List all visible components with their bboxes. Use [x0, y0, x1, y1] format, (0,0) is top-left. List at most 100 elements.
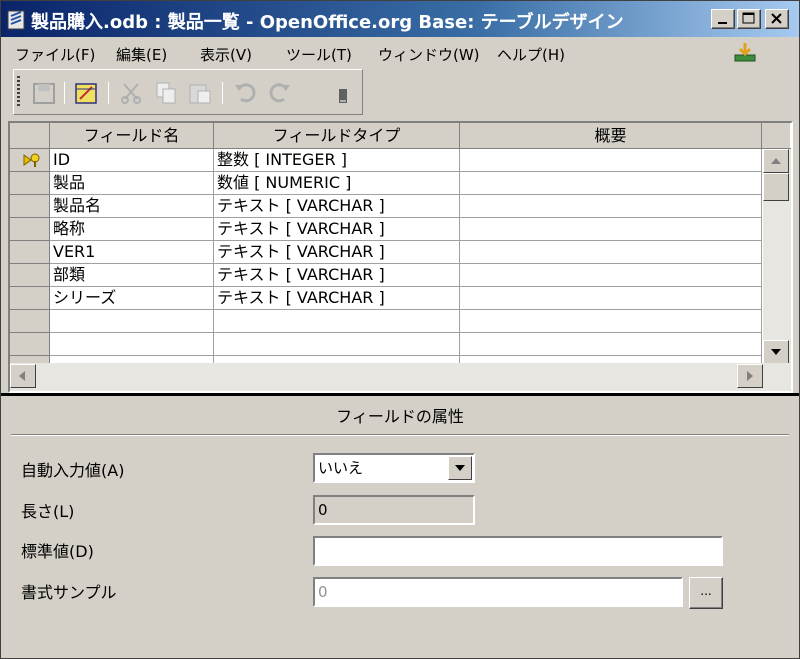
- edit-table-button[interactable]: [72, 79, 100, 107]
- column-header-field-name[interactable]: フィールド名: [50, 123, 214, 149]
- column-header-field-type[interactable]: フィールドタイプ: [214, 123, 460, 149]
- description-cell[interactable]: [460, 149, 762, 172]
- field-name-cell[interactable]: 略称: [50, 218, 214, 241]
- field-type-cell[interactable]: 整数 [ INTEGER ]: [214, 149, 460, 172]
- field-type-cell[interactable]: [214, 310, 460, 333]
- scroll-up-button[interactable]: [763, 149, 789, 173]
- menu-bar: ファイル(F) 編集(E) 表示(V) ツール(T) ウィンドウ(W) ヘルプ(…: [1, 37, 799, 67]
- menu-help[interactable]: ヘルプ(H): [497, 44, 565, 65]
- row-handle[interactable]: [10, 264, 50, 287]
- row-handle[interactable]: [10, 287, 50, 310]
- field-type-cell[interactable]: テキスト [ VARCHAR ]: [214, 218, 460, 241]
- app-icon: [7, 10, 25, 30]
- table-row[interactable]: VER1 テキスト [ VARCHAR ]: [10, 241, 762, 264]
- row-handle[interactable]: [10, 172, 50, 195]
- undo-button[interactable]: [231, 79, 259, 107]
- row-handle[interactable]: [10, 333, 50, 356]
- field-type-cell[interactable]: [214, 333, 460, 356]
- row-handle[interactable]: [10, 241, 50, 264]
- arrow-right-icon: [747, 371, 753, 381]
- description-cell[interactable]: [460, 172, 762, 195]
- field-name-cell[interactable]: ID: [50, 149, 214, 172]
- arrow-left-icon: [19, 371, 25, 381]
- column-header-description[interactable]: 概要: [460, 123, 762, 149]
- description-cell[interactable]: [460, 264, 762, 287]
- field-type-cell[interactable]: テキスト [ VARCHAR ]: [214, 241, 460, 264]
- field-name-cell[interactable]: [50, 333, 214, 356]
- field-name-cell[interactable]: [50, 310, 214, 333]
- default-value-label: 標準値(D): [21, 542, 94, 561]
- vertical-scroll-thumb[interactable]: [763, 173, 789, 201]
- paste-button[interactable]: [186, 79, 214, 107]
- table-row[interactable]: [10, 333, 762, 356]
- menu-view[interactable]: 表示(V): [200, 44, 252, 65]
- table-row[interactable]: 部類 テキスト [ VARCHAR ]: [10, 264, 762, 287]
- length-value: 0: [318, 501, 328, 519]
- close-icon: [771, 13, 782, 24]
- save-button[interactable]: [30, 79, 58, 107]
- primary-key-icon: [23, 153, 40, 167]
- table-row[interactable]: 略称 テキスト [ VARCHAR ]: [10, 218, 762, 241]
- cut-button[interactable]: [117, 79, 145, 107]
- chevron-down-icon: [455, 465, 465, 471]
- table-row[interactable]: 製品名 テキスト [ VARCHAR ]: [10, 195, 762, 218]
- vertical-scrollbar[interactable]: [763, 149, 791, 364]
- toolbar-grip[interactable]: [17, 76, 20, 108]
- table-design-window: 製品購入.odb : 製品一覧 - OpenOffice.org Base: テ…: [0, 0, 800, 659]
- download-icon[interactable]: [732, 41, 758, 63]
- table-row[interactable]: 製品 数値 [ NUMERIC ]: [10, 172, 762, 195]
- menu-window[interactable]: ウィンドウ(W): [378, 44, 480, 65]
- undo-icon: [235, 83, 256, 103]
- field-name-cell[interactable]: VER1: [50, 241, 214, 264]
- field-type-cell[interactable]: テキスト [ VARCHAR ]: [214, 195, 460, 218]
- paste-icon: [189, 84, 211, 104]
- table-row[interactable]: シリーズ テキスト [ VARCHAR ]: [10, 287, 762, 310]
- description-cell[interactable]: [460, 195, 762, 218]
- row-handle[interactable]: [10, 218, 50, 241]
- row-handle[interactable]: [10, 310, 50, 333]
- auto-value-select[interactable]: いいえ: [313, 453, 475, 483]
- copy-button[interactable]: [152, 79, 180, 107]
- panel-divider[interactable]: [1, 393, 799, 396]
- field-name-cell[interactable]: 製品: [50, 172, 214, 195]
- length-field[interactable]: 0: [313, 495, 475, 525]
- format-sample-field: 0: [313, 577, 683, 607]
- title-bar[interactable]: 製品購入.odb : 製品一覧 - OpenOffice.org Base: テ…: [1, 1, 799, 37]
- scroll-right-button[interactable]: [737, 364, 763, 388]
- horizontal-scrollbar[interactable]: [10, 363, 791, 391]
- save-icon: [33, 83, 55, 104]
- format-sample-value: 0: [318, 583, 328, 601]
- copy-icon: [156, 82, 176, 104]
- field-name-cell[interactable]: 製品名: [50, 195, 214, 218]
- format-button[interactable]: ...: [689, 577, 723, 609]
- grid-body: ID 整数 [ INTEGER ] 製品 数値 [ NUMERIC ] 製品名 テキスト …: [10, 149, 762, 379]
- field-type-cell[interactable]: テキスト [ VARCHAR ]: [214, 287, 460, 310]
- description-cell[interactable]: [460, 333, 762, 356]
- description-cell[interactable]: [460, 287, 762, 310]
- minimize-button[interactable]: [711, 9, 735, 29]
- table-row[interactable]: ID 整数 [ INTEGER ]: [10, 149, 762, 172]
- description-cell[interactable]: [460, 310, 762, 333]
- default-value-field[interactable]: [313, 536, 723, 566]
- field-type-cell[interactable]: 数値 [ NUMERIC ]: [214, 172, 460, 195]
- menu-tools[interactable]: ツール(T): [286, 44, 352, 65]
- table-row[interactable]: [10, 310, 762, 333]
- maximize-button[interactable]: [737, 9, 761, 29]
- scroll-left-button[interactable]: [10, 364, 36, 388]
- field-type-cell[interactable]: テキスト [ VARCHAR ]: [214, 264, 460, 287]
- row-handle[interactable]: [10, 149, 50, 172]
- description-cell[interactable]: [460, 241, 762, 264]
- redo-button[interactable]: [266, 79, 294, 107]
- arrow-up-icon: [771, 158, 781, 164]
- close-button[interactable]: [765, 9, 789, 29]
- description-cell[interactable]: [460, 218, 762, 241]
- field-name-cell[interactable]: シリーズ: [50, 287, 214, 310]
- menu-edit[interactable]: 編集(E): [116, 44, 167, 65]
- window-title: 製品購入.odb : 製品一覧 - OpenOffice.org Base: テ…: [31, 12, 624, 33]
- auto-value-dropdown-button[interactable]: [448, 456, 472, 480]
- row-handle[interactable]: [10, 195, 50, 218]
- scroll-down-button[interactable]: [763, 340, 789, 364]
- menu-file[interactable]: ファイル(F): [15, 44, 95, 65]
- field-name-cell[interactable]: 部類: [50, 264, 214, 287]
- toolbar-options-button[interactable]: [336, 79, 350, 107]
